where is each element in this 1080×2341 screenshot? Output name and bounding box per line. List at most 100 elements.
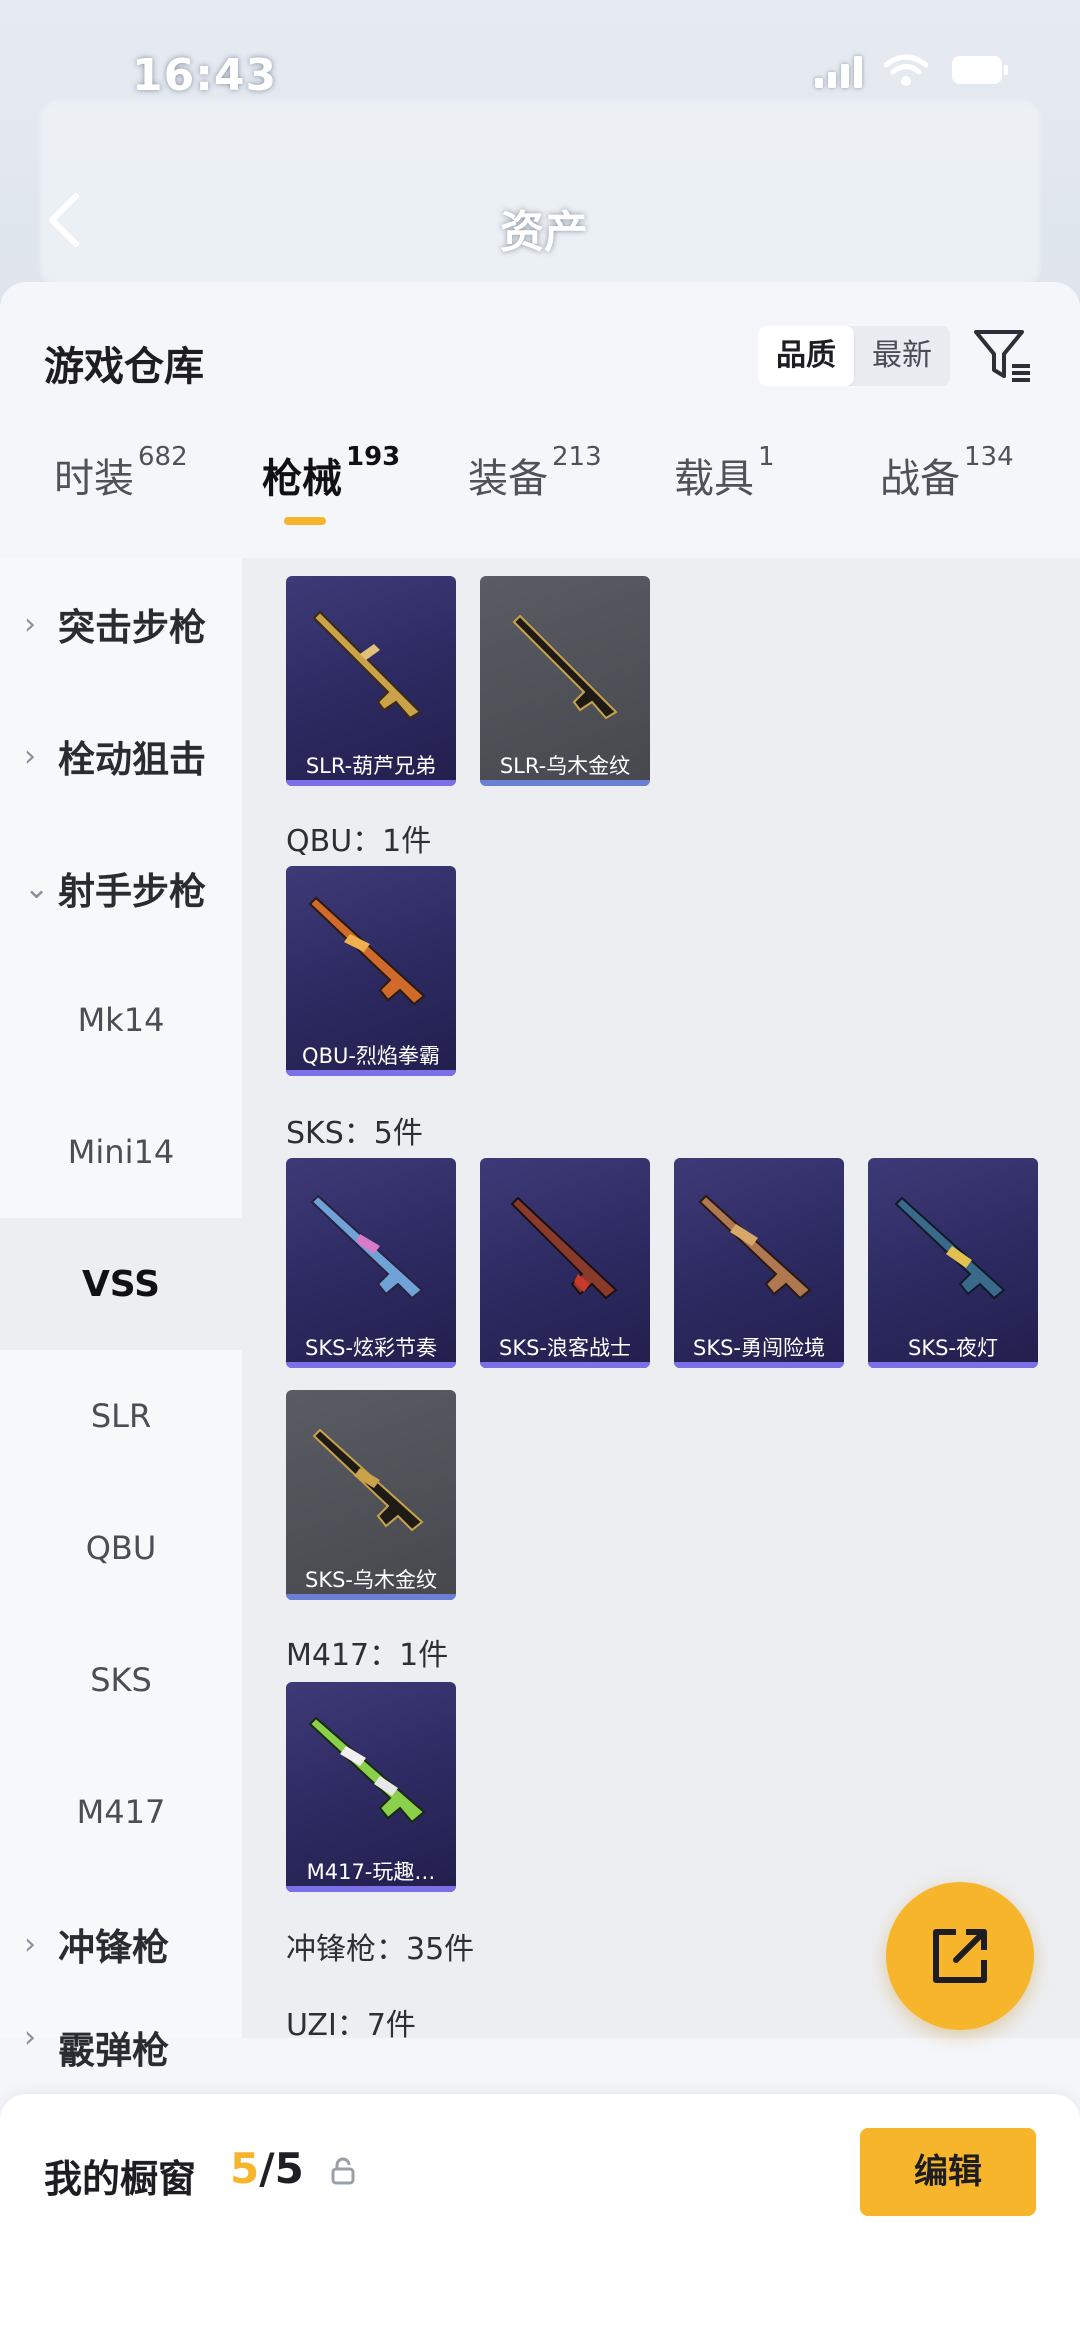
rifle-icon	[894, 1196, 1006, 1300]
sidebar-item-mini14[interactable]: Mini14	[0, 1086, 242, 1218]
tab-vehicles[interactable]: 载具 1	[674, 442, 775, 504]
weapon-card[interactable]: SKS-乌木金纹	[286, 1390, 456, 1600]
weapon-card[interactable]: SKS-浪客战士	[480, 1158, 650, 1368]
tab-firearms[interactable]: 枪械 193	[262, 442, 400, 504]
sidebar-item-label: 霰弹枪	[58, 2029, 169, 2072]
weapon-card-label: SKS-乌木金纹	[304, 1568, 437, 1592]
tab-fashion[interactable]: 时装 682	[54, 442, 188, 504]
active-tab-indicator	[284, 517, 326, 525]
sks-row-2: SKS-乌木金纹	[286, 1390, 456, 1600]
sidebar-item-label: 栓动狙击	[58, 738, 206, 781]
sidebar-item-m417[interactable]: M417	[0, 1746, 242, 1878]
share-icon	[933, 1929, 987, 1983]
back-arrow-icon[interactable]	[44, 190, 84, 254]
tab-label: 枪械	[262, 456, 342, 502]
weapon-card-label: SLR-葫芦兄弟	[305, 754, 437, 778]
filter-icon[interactable]	[972, 328, 1034, 388]
weapon-card-label: SLR-乌木金纹	[499, 754, 631, 778]
lock-icon	[330, 2156, 356, 2190]
share-button[interactable]	[886, 1882, 1034, 2030]
weapon-card[interactable]: SKS-夜灯	[868, 1158, 1038, 1368]
showcase-bar: 我的橱窗 5/5 编辑	[0, 2094, 1080, 2341]
sidebar-item-mk14[interactable]: Mk14	[0, 954, 242, 1086]
weapon-card[interactable]: QBU-烈焰拳霸	[286, 866, 456, 1076]
section-label-m417: M417：1件	[286, 1638, 449, 1673]
battery-icon	[950, 54, 1010, 86]
weapon-card-label: SKS-浪客战士	[498, 1336, 631, 1360]
chevron-right-icon: ›	[24, 2020, 36, 2055]
rifle-icon	[510, 1196, 618, 1300]
tab-label: 装备	[468, 456, 548, 502]
rarity-bar	[286, 1886, 456, 1892]
sidebar-item-shotguns[interactable]: › 霰弹枪	[0, 2010, 242, 2072]
showcase-count-total: /5	[259, 2144, 304, 2193]
rifle-icon	[698, 1194, 812, 1300]
chevron-right-icon: ›	[24, 738, 36, 774]
tab-label: 战备	[880, 456, 960, 502]
sort-quality-button[interactable]: 品质	[758, 326, 854, 386]
sidebar-item-qbu[interactable]: QBU	[0, 1482, 242, 1614]
weapon-card-label: SKS-勇闯险境	[692, 1336, 825, 1360]
rifle-icon	[312, 610, 422, 720]
wifi-icon	[884, 53, 928, 87]
sidebar-item-label: 冲锋枪	[58, 1926, 169, 1969]
page-title: 游戏仓库	[44, 344, 204, 390]
sidebar-item-sks[interactable]: SKS	[0, 1614, 242, 1746]
rarity-bar	[286, 1362, 456, 1368]
edit-button[interactable]: 编辑	[860, 2128, 1036, 2216]
weapon-card[interactable]: SKS-勇闯险境	[674, 1158, 844, 1368]
sidebar-item-smgs[interactable]: › 冲锋枪	[0, 1878, 242, 2010]
tab-label: 时装	[54, 456, 134, 502]
section-label-smg: 冲锋枪：35件	[286, 1932, 475, 1967]
weapon-sidebar: › 突击步枪 › 栓动狙击 ⌄ 射手步枪 Mk14 Mini14 VSS SLR…	[0, 558, 242, 2072]
tab-count: 682	[138, 442, 188, 472]
tab-supplies[interactable]: 战备 134	[880, 442, 1014, 504]
section-label-uzi: UZI：7件	[286, 2008, 416, 2038]
app-header: 16:43 资产	[0, 0, 1080, 300]
sidebar-item-marksman-rifles[interactable]: ⌄ 射手步枪	[0, 822, 242, 954]
weapon-card[interactable]: SLR-乌木金纹	[480, 576, 650, 786]
weapon-card-label: SKS-夜灯	[907, 1336, 998, 1360]
tab-count: 193	[346, 442, 401, 472]
sidebar-item-assault-rifles[interactable]: › 突击步枪	[0, 558, 242, 690]
chevron-right-icon: ›	[24, 606, 36, 642]
showcase-count: 5/5	[230, 2144, 304, 2193]
rifle-icon	[512, 614, 618, 720]
weapon-card-label: QBU-烈焰拳霸	[302, 1044, 440, 1068]
m417-row: M417-玩趣…	[286, 1682, 456, 1892]
rarity-bar	[480, 1362, 650, 1368]
rifle-icon	[312, 1428, 424, 1532]
header-title: 资产	[500, 207, 588, 258]
sidebar-item-label: 射手步枪	[58, 870, 206, 913]
sort-newest-button[interactable]: 最新	[854, 326, 950, 386]
weapon-card[interactable]: SKS-炫彩节奏	[286, 1158, 456, 1368]
weapon-card-label: SKS-炫彩节奏	[304, 1336, 437, 1360]
chevron-right-icon: ›	[24, 1926, 36, 1962]
sort-toggle: 品质 最新	[758, 326, 950, 386]
sidebar-item-vss[interactable]: VSS	[0, 1218, 242, 1350]
weapon-card-label: M417-玩趣…	[306, 1860, 436, 1884]
showcase-count-current: 5	[230, 2144, 260, 2193]
rarity-bar	[480, 780, 650, 786]
tab-count: 213	[552, 442, 602, 472]
signal-icon	[815, 52, 862, 88]
warehouse-panel: 游戏仓库 品质 最新 时装 682 枪械 193 装备 213 载具 1 战备 134	[0, 282, 1080, 2341]
rarity-bar	[868, 1362, 1038, 1368]
tab-count: 1	[758, 442, 775, 472]
rifle-icon	[308, 1716, 426, 1824]
category-tabs: 时装 682 枪械 193 装备 213 载具 1 战备 134	[0, 432, 1080, 542]
slr-row: SLR-葫芦兄弟 SLR-乌木金纹	[286, 576, 650, 786]
qbu-row: QBU-烈焰拳霸	[286, 866, 456, 1076]
sks-row: SKS-炫彩节奏 SKS-浪客战士 SKS-勇闯险境 SKS-夜灯	[286, 1158, 1038, 1368]
weapon-card[interactable]: M417-玩趣…	[286, 1682, 456, 1892]
tab-label: 载具	[674, 456, 754, 502]
tab-equipment[interactable]: 装备 213	[468, 442, 602, 504]
section-label-qbu: QBU：1件	[286, 824, 432, 859]
weapon-card[interactable]: SLR-葫芦兄弟	[286, 576, 456, 786]
status-time: 16:43	[132, 50, 278, 101]
sidebar-item-slr[interactable]: SLR	[0, 1350, 242, 1482]
rifle-icon	[310, 1194, 424, 1300]
rarity-bar	[286, 1594, 456, 1600]
rarity-bar	[286, 780, 456, 786]
sidebar-item-bolt-snipers[interactable]: › 栓动狙击	[0, 690, 242, 822]
